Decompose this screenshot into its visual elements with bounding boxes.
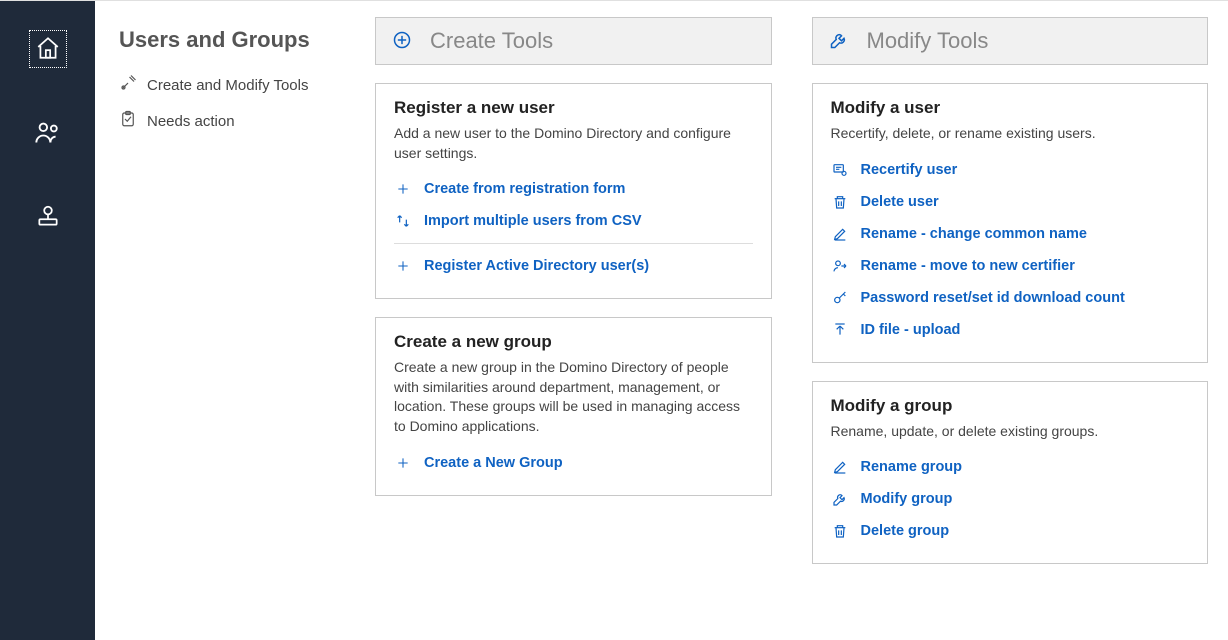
clipboard-icon: [119, 110, 137, 132]
rail-home-button[interactable]: [24, 25, 72, 73]
action-rename-common[interactable]: Rename - change common name: [831, 218, 1190, 250]
action-label: Password reset/set id download count: [861, 290, 1125, 306]
action-label: Delete user: [861, 194, 939, 210]
separator: [394, 243, 753, 244]
wrench-icon: [829, 30, 849, 53]
card-desc: Recertify, delete, or rename existing us…: [831, 124, 1190, 144]
plus-icon: [394, 257, 412, 275]
action-label: Register Active Directory user(s): [424, 258, 649, 274]
card-title: Register a new user: [394, 98, 753, 118]
certificate-icon: [831, 161, 849, 179]
modify-group-card: Modify a group Rename, update, or delete…: [812, 381, 1209, 565]
action-recertify-user[interactable]: Recertify user: [831, 154, 1190, 186]
trash-icon: [831, 193, 849, 211]
action-list: Create a New Group: [394, 447, 753, 479]
action-delete-group[interactable]: Delete group: [831, 515, 1190, 547]
modify-user-card: Modify a user Recertify, delete, or rena…: [812, 83, 1209, 363]
action-label: ID file - upload: [861, 322, 961, 338]
modify-tools-header: Modify Tools: [812, 17, 1209, 65]
card-desc: Add a new user to the Domino Directory a…: [394, 124, 753, 163]
action-label: Rename - change common name: [861, 226, 1087, 242]
plus-circle-icon: [392, 30, 412, 53]
action-delete-user[interactable]: Delete user: [831, 186, 1190, 218]
column-title: Modify Tools: [867, 28, 989, 54]
create-tools-header: Create Tools: [375, 17, 772, 65]
home-icon: [35, 35, 61, 64]
pencil-icon: [831, 458, 849, 476]
app-root: Users and Groups Create and Modify Tools…: [0, 0, 1228, 640]
plus-icon: [394, 454, 412, 472]
action-label: Create a New Group: [424, 455, 563, 471]
create-group-card: Create a new group Create a new group in…: [375, 317, 772, 495]
nav-item-create-modify-tools[interactable]: Create and Modify Tools: [119, 67, 337, 103]
create-tools-column: Create Tools Register a new user Add a n…: [375, 17, 772, 620]
plus-icon: [394, 180, 412, 198]
nav-item-label: Create and Modify Tools: [147, 77, 308, 94]
left-rail: [0, 1, 95, 640]
rail-users-button[interactable]: [24, 109, 72, 157]
card-title: Modify a user: [831, 98, 1190, 118]
action-list: Rename group Modify group Delete group: [831, 451, 1190, 547]
modify-tools-column: Modify Tools Modify a user Recertify, de…: [812, 17, 1209, 620]
server-icon: [35, 203, 61, 232]
pencil-icon: [831, 225, 849, 243]
action-id-upload[interactable]: ID file - upload: [831, 314, 1190, 346]
action-create-new-group[interactable]: Create a New Group: [394, 447, 753, 479]
upload-icon: [831, 321, 849, 339]
section-nav: Users and Groups Create and Modify Tools…: [95, 1, 355, 640]
action-import-csv[interactable]: Import multiple users from CSV: [394, 205, 753, 237]
card-desc: Create a new group in the Domino Directo…: [394, 358, 753, 436]
people-icon: [34, 118, 62, 149]
action-label: Delete group: [861, 523, 950, 539]
register-user-card: Register a new user Add a new user to th…: [375, 83, 772, 299]
column-title: Create Tools: [430, 28, 553, 54]
section-title: Users and Groups: [119, 27, 337, 53]
main-content: Create Tools Register a new user Add a n…: [355, 1, 1228, 640]
action-rename-move[interactable]: Rename - move to new certifier: [831, 250, 1190, 282]
action-label: Rename - move to new certifier: [861, 258, 1075, 274]
trash-icon: [831, 522, 849, 540]
card-desc: Rename, update, or delete existing group…: [831, 422, 1190, 442]
action-list: Recertify user Delete user Rename - chan…: [831, 154, 1190, 346]
tools-icon: [119, 74, 137, 96]
action-rename-group[interactable]: Rename group: [831, 451, 1190, 483]
key-icon: [831, 289, 849, 307]
wrench-icon: [831, 490, 849, 508]
action-label: Import multiple users from CSV: [424, 213, 642, 229]
card-title: Modify a group: [831, 396, 1190, 416]
action-label: Rename group: [861, 459, 963, 475]
nav-item-label: Needs action: [147, 113, 235, 130]
action-label: Create from registration form: [424, 181, 625, 197]
action-create-from-form[interactable]: Create from registration form: [394, 173, 753, 205]
nav-item-needs-action[interactable]: Needs action: [119, 103, 337, 139]
card-title: Create a new group: [394, 332, 753, 352]
action-label: Recertify user: [861, 162, 958, 178]
action-label: Modify group: [861, 491, 953, 507]
rail-apps-button[interactable]: [24, 193, 72, 241]
action-modify-group[interactable]: Modify group: [831, 483, 1190, 515]
import-icon: [394, 212, 412, 230]
action-register-ad[interactable]: Register Active Directory user(s): [394, 250, 753, 282]
action-list: Create from registration form Import mul…: [394, 173, 753, 282]
action-password-reset[interactable]: Password reset/set id download count: [831, 282, 1190, 314]
user-move-icon: [831, 257, 849, 275]
